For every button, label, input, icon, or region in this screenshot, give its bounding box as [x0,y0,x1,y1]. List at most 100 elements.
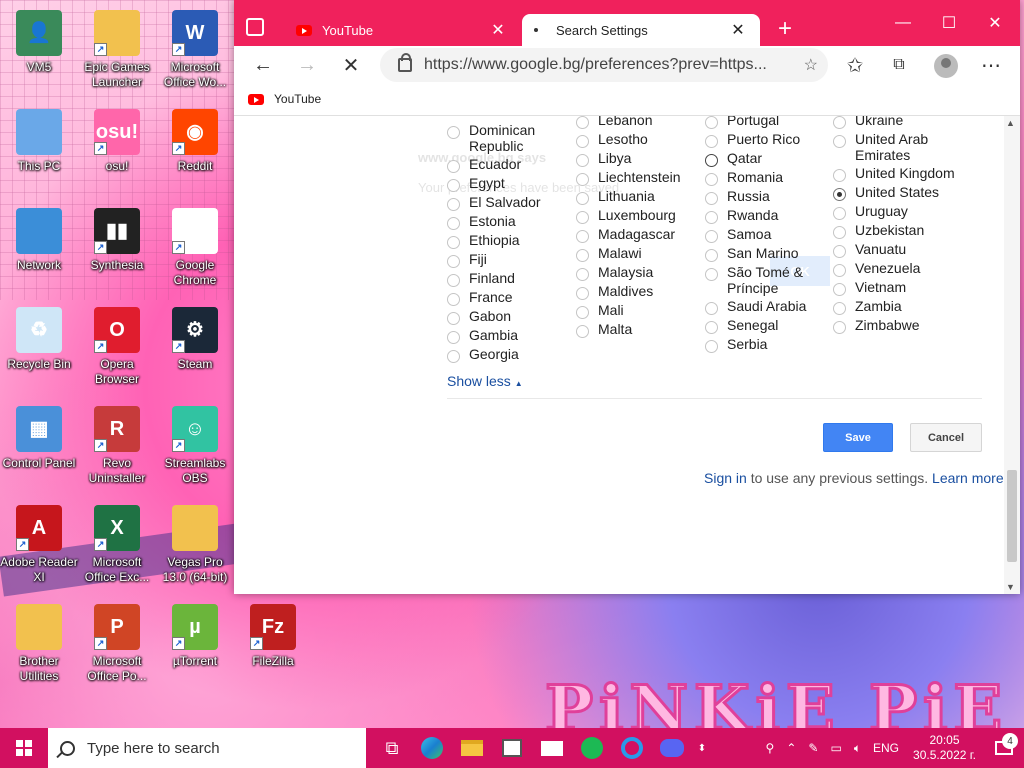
region-option[interactable]: Lebanon [576,116,681,131]
radio-button[interactable] [705,249,718,262]
show-less-link[interactable]: Show less ▲ [447,373,523,389]
desktop-icon[interactable]: osu! ↗ osu! [78,109,156,174]
region-option[interactable]: Zambia [833,298,955,317]
region-option[interactable]: Malta [576,321,681,340]
radio-button[interactable] [447,255,460,268]
radio-button[interactable] [705,211,718,224]
radio-button[interactable] [447,126,460,139]
radio-button[interactable] [576,325,589,338]
taskbar-search[interactable]: Type here to search [48,728,366,768]
scroll-up-icon[interactable]: ▲ [1006,118,1015,128]
region-option[interactable]: United States [833,184,955,203]
region-option[interactable]: Fiji [447,251,557,270]
tab-search-settings[interactable]: Search Settings ✕ [522,14,760,46]
back-icon[interactable]: ← [248,50,278,80]
radio-button[interactable] [705,340,718,353]
radio-button[interactable] [833,188,846,201]
radio-button[interactable] [833,135,846,148]
desktop-icon[interactable]: X ↗ Microsoft Office Exc... [78,505,156,585]
scroll-thumb[interactable] [1007,470,1017,562]
desktop-icon[interactable]: O ↗ Opera Browser [78,307,156,387]
radio-button[interactable] [447,217,460,230]
favorite-youtube[interactable]: YouTube [248,92,321,106]
desktop-icon[interactable]: ♻ Recycle Bin [0,307,78,372]
region-option[interactable]: Finland [447,270,557,289]
radio-button[interactable] [705,154,718,167]
radio-button[interactable] [576,211,589,224]
radio-button[interactable] [447,236,460,249]
new-tab-button[interactable]: + [770,14,800,44]
region-option[interactable]: Samoa [705,226,815,245]
radio-button[interactable] [447,160,460,173]
collections-icon[interactable]: ⧉ [884,50,914,80]
region-option[interactable]: Lithuania [576,188,681,207]
region-option[interactable]: El Salvador [447,194,557,213]
radio-button[interactable] [447,274,460,287]
radio-button[interactable] [705,268,718,281]
region-option[interactable]: United Kingdom [833,165,955,184]
task-view-icon[interactable]: ⧉ [372,728,412,768]
region-option[interactable]: Saudi Arabia [705,298,815,317]
mail-icon[interactable] [532,728,572,768]
region-option[interactable]: France [447,289,557,308]
more-menu-icon[interactable]: ⋯ [976,50,1006,80]
network-icon[interactable]: ▭ [824,741,847,755]
radio-button[interactable] [705,173,718,186]
internet-explorer-icon[interactable] [612,728,652,768]
desktop-icon[interactable]: Fz ↗ FileZilla [234,604,312,669]
file-explorer-icon[interactable] [452,728,492,768]
language-indicator[interactable]: ENG [867,741,905,755]
desktop-icon[interactable]: R ↗ Revo Uninstaller [78,406,156,486]
radio-button[interactable] [576,249,589,262]
pen-icon[interactable]: ✎ [802,741,824,755]
radio-button[interactable] [576,154,589,167]
people-icon[interactable]: ⚲ [760,741,781,755]
radio-button[interactable] [576,173,589,186]
region-option[interactable]: Portugal [705,116,815,131]
radio-button[interactable] [833,226,846,239]
radio-button[interactable] [705,321,718,334]
radio-button[interactable] [833,321,846,334]
close-tab-icon[interactable]: ✕ [488,20,508,40]
radio-button[interactable] [447,293,460,306]
radio-button[interactable] [447,350,460,363]
sign-in-link[interactable]: Sign in [704,470,747,486]
region-option[interactable]: Libya [576,150,681,169]
region-option[interactable]: Dominican Republic [447,122,557,156]
scroll-down-icon[interactable]: ▼ [1006,582,1015,592]
tab-youtube[interactable]: YouTube ✕ [284,14,520,46]
region-option[interactable]: Gabon [447,308,557,327]
radio-button[interactable] [833,169,846,182]
radio-button[interactable] [447,312,460,325]
profile-avatar[interactable] [934,54,958,78]
region-option[interactable]: Serbia [705,336,815,355]
close-tab-icon[interactable]: ✕ [728,20,748,40]
region-option[interactable]: Russia [705,188,815,207]
region-option[interactable]: Senegal [705,317,815,336]
region-option[interactable]: Mali [576,302,681,321]
start-button[interactable] [0,728,48,768]
forward-icon[interactable]: → [292,50,322,80]
edge-icon[interactable] [412,728,452,768]
cancel-button[interactable]: Cancel [910,423,982,452]
region-option[interactable]: Malawi [576,245,681,264]
desktop-icon[interactable]: W ↗ Microsoft Office Wo... [156,10,234,90]
radio-button[interactable] [833,302,846,315]
store-icon[interactable] [492,728,532,768]
region-option[interactable]: Puerto Rico [705,131,815,150]
desktop-icon[interactable]: Brother Utilities [0,604,78,684]
desktop-icon[interactable]: This PC [0,109,78,174]
radio-button[interactable] [833,116,846,129]
region-option[interactable]: Uruguay [833,203,955,222]
desktop-icon[interactable]: ⚙ ↗ Steam [156,307,234,372]
stop-icon[interactable]: ✕ [336,50,366,80]
desktop-icon[interactable]: ▦ Control Panel [0,406,78,471]
radio-button[interactable] [833,207,846,220]
clock[interactable]: 20:05 30.5.2022 г. [905,733,984,763]
volume-icon[interactable]: 🔈︎ [848,741,867,756]
minimize-button[interactable]: — [880,8,926,38]
radio-button[interactable] [705,116,718,129]
desktop-icon[interactable]: Network [0,208,78,273]
region-option[interactable]: Zimbabwe [833,317,955,336]
region-option[interactable]: Ecuador [447,156,557,175]
